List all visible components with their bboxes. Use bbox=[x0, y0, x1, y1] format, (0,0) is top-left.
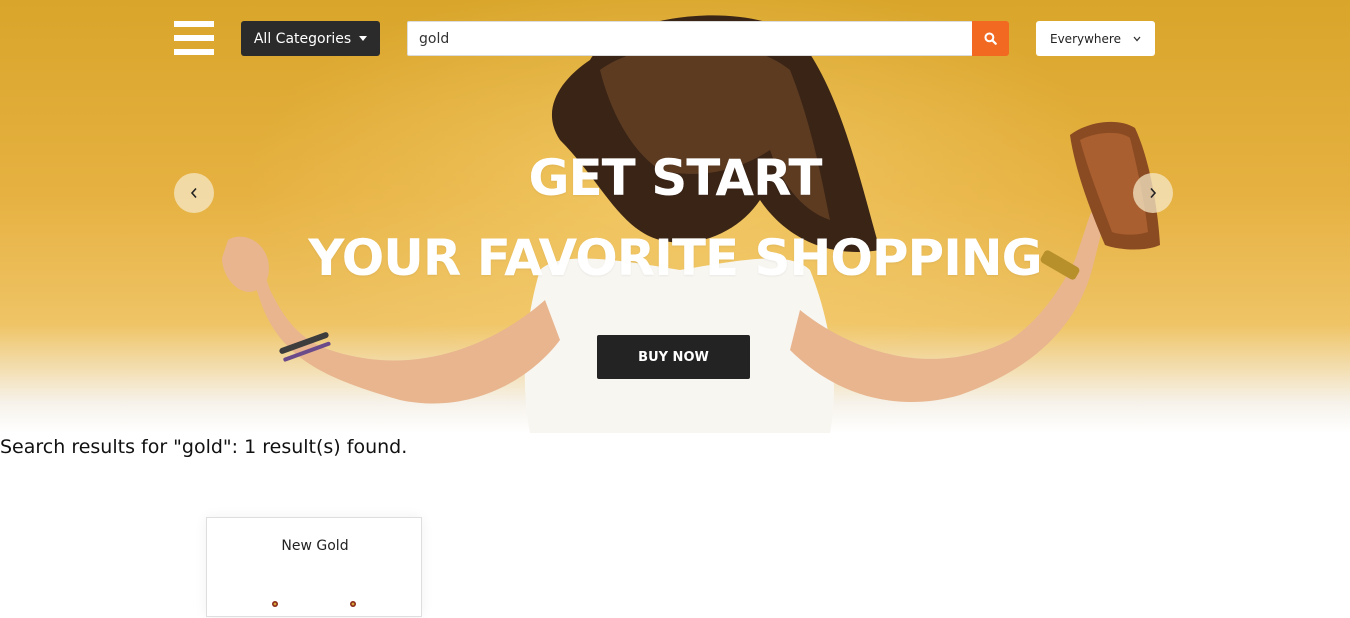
product-card[interactable]: New Gold bbox=[206, 517, 422, 617]
search-input[interactable] bbox=[407, 21, 973, 56]
product-image bbox=[272, 601, 356, 607]
search-results-summary: Search results for "gold": 1 result(s) f… bbox=[0, 436, 408, 458]
all-categories-dropdown[interactable]: All Categories bbox=[241, 21, 380, 56]
hamburger-menu-icon[interactable] bbox=[174, 21, 214, 55]
caret-down-icon bbox=[359, 36, 368, 41]
hero-headline-line2: YOUR FAVORITE SHOPPING bbox=[308, 229, 1042, 287]
location-select[interactable]: Everywhere bbox=[1036, 21, 1155, 56]
category-label: All Categories bbox=[253, 30, 352, 47]
location-label: Everywhere bbox=[1050, 31, 1121, 46]
chevron-down-icon bbox=[1133, 36, 1141, 41]
hero-headline-line1: GET START bbox=[528, 149, 822, 207]
product-title[interactable]: New Gold bbox=[207, 538, 423, 554]
search-button[interactable] bbox=[972, 21, 1009, 56]
search-icon bbox=[984, 32, 997, 45]
buy-now-button[interactable]: BUY NOW bbox=[597, 335, 750, 379]
